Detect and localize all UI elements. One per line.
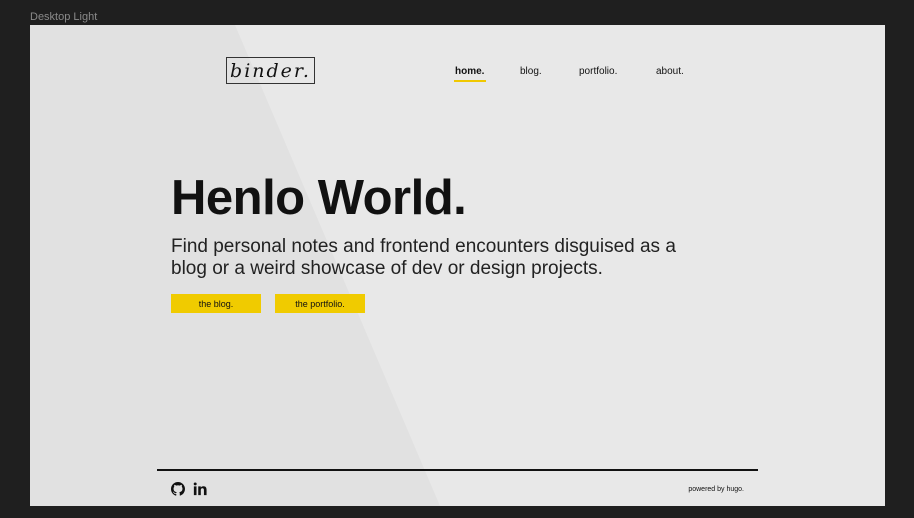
nav-portfolio[interactable]: portfolio. [579, 66, 617, 77]
nav-home[interactable]: home. [455, 66, 484, 77]
portfolio-button[interactable]: the portfolio. [275, 294, 365, 313]
nav-about[interactable]: about. [656, 66, 684, 77]
hero-subtitle: Find personal notes and frontend encount… [171, 236, 676, 279]
linkedin-icon[interactable] [193, 482, 207, 501]
frame-label: Desktop Light [30, 11, 98, 23]
powered-by-text[interactable]: powered by hugo. [688, 486, 744, 493]
desktop-frame: binder. home. blog. portfolio. about. He… [30, 25, 885, 506]
hero-title: Henlo World. [171, 171, 467, 225]
nav-active-indicator [454, 80, 486, 82]
blog-button[interactable]: the blog. [171, 294, 261, 313]
footer-divider [157, 469, 758, 471]
site-logo[interactable]: binder. [226, 57, 315, 84]
nav-blog[interactable]: blog. [520, 66, 542, 77]
github-icon[interactable] [171, 482, 185, 501]
